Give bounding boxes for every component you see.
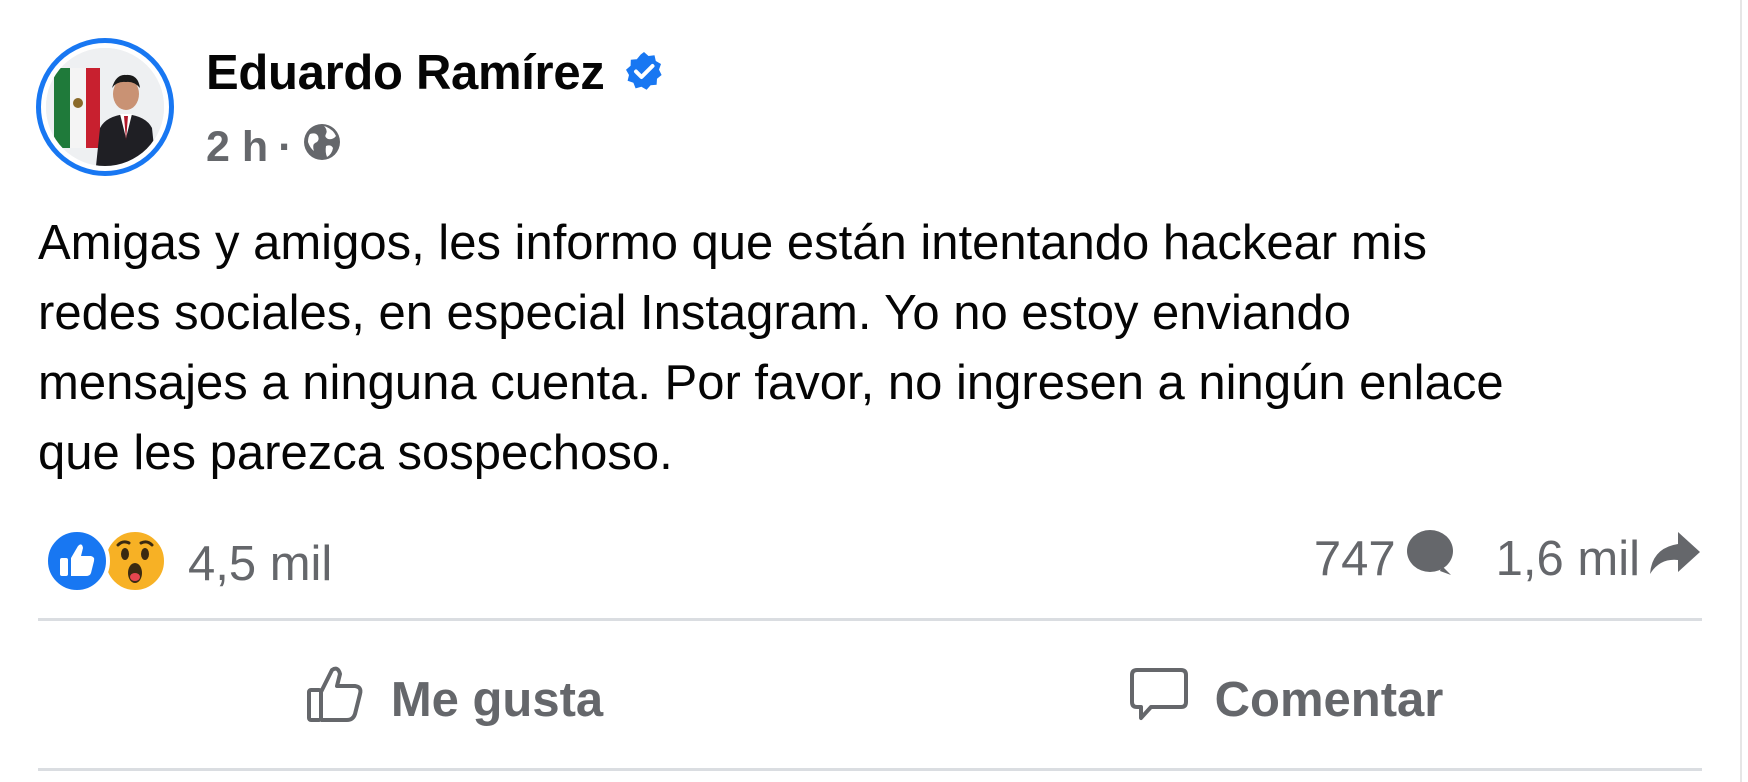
post-actions: Me gusta Comentar xyxy=(38,630,1702,770)
thumbs-up-icon xyxy=(305,664,365,736)
post-card: Eduardo Ramírez 2 h · Amigas y amigos, l… xyxy=(0,0,1742,782)
engagement-counts: 747 1,6 mil xyxy=(1314,528,1702,590)
post-meta: 2 h · xyxy=(206,122,342,173)
post-stats: 4,5 mil 747 1,6 mil xyxy=(38,520,1702,600)
reaction-count: 4,5 mil xyxy=(188,536,333,591)
verified-badge-icon xyxy=(624,51,664,96)
comment-bubble-icon xyxy=(1404,528,1456,590)
comment-button-label: Comentar xyxy=(1214,673,1444,727)
like-button-label: Me gusta xyxy=(390,673,604,727)
divider xyxy=(38,618,1702,621)
profile-photo-icon xyxy=(46,48,164,166)
like-icon xyxy=(44,528,110,599)
post-text: Amigas y amigos, les informo que están i… xyxy=(38,216,1504,480)
post-timestamp[interactable]: 2 h xyxy=(206,123,268,172)
comment-button[interactable]: Comentar xyxy=(870,630,1702,770)
avatar[interactable] xyxy=(36,38,174,176)
reactions-summary[interactable]: 4,5 mil xyxy=(44,528,332,599)
author-line: Eduardo Ramírez xyxy=(206,45,664,101)
globe-icon[interactable] xyxy=(302,122,342,173)
like-button[interactable]: Me gusta xyxy=(38,630,870,770)
divider xyxy=(38,768,1702,771)
author-name[interactable]: Eduardo Ramírez xyxy=(206,45,605,101)
shares-count-link[interactable]: 1,6 mil xyxy=(1496,528,1702,590)
meta-separator: · xyxy=(278,123,293,171)
comment-icon xyxy=(1129,664,1189,736)
wow-icon xyxy=(102,528,168,599)
share-arrow-icon xyxy=(1648,528,1702,590)
comments-count-link[interactable]: 747 xyxy=(1314,528,1456,590)
comments-count: 747 xyxy=(1313,532,1396,586)
shares-count: 1,6 mil xyxy=(1495,532,1640,586)
